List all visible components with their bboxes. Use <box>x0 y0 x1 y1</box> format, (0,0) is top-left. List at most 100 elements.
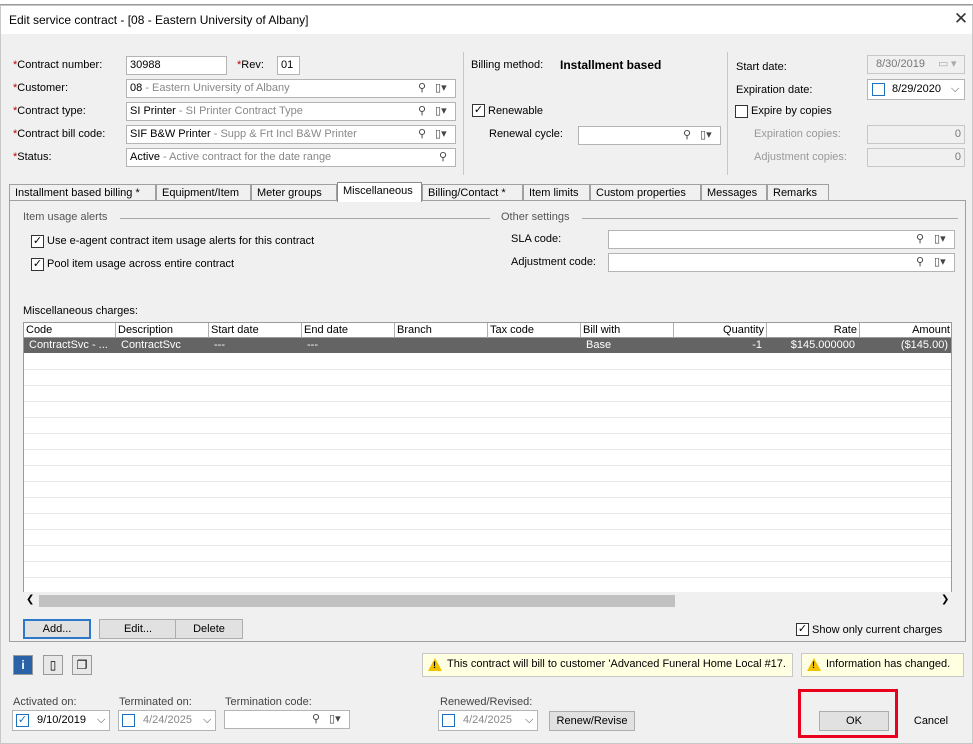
cancel-button[interactable]: Cancel <box>898 711 964 731</box>
chevron-down-icon[interactable]: ⌵ <box>203 714 211 727</box>
column-header-description[interactable]: Description <box>116 323 209 338</box>
lookup-icon[interactable]: ⚲ <box>916 233 924 246</box>
menu-dropdown-icon[interactable]: ▯▾ <box>934 256 946 269</box>
chevron-down-icon[interactable]: ⌵ <box>525 714 533 727</box>
lookup-icon[interactable]: ⚲ <box>916 256 924 269</box>
tab-remarks[interactable]: Remarks <box>767 184 829 201</box>
column-header-quantity[interactable]: Quantity <box>674 323 767 338</box>
sla-code-label: SLA code: <box>511 233 562 245</box>
bill-to-warning: ! This contract will bill to customer 'A… <box>422 653 793 677</box>
row-line <box>24 577 951 578</box>
delete-charge-button[interactable]: Delete <box>175 619 243 639</box>
termination-code-field[interactable]: ⚲ ▯▾ <box>224 710 350 729</box>
chevron-down-icon[interactable]: ⌵ <box>97 714 105 727</box>
tab-miscellaneous[interactable]: Miscellaneous <box>337 182 422 202</box>
contract-number-input[interactable]: 30988 <box>126 56 227 75</box>
column-header-branch[interactable]: Branch <box>395 323 488 338</box>
misc-charges-label: Miscellaneous charges: <box>23 305 138 317</box>
cell-start-date: --- <box>214 339 225 351</box>
activated-on-checkbox[interactable]: ✓ <box>16 714 29 727</box>
scroll-right-icon[interactable]: ❯ <box>941 594 949 605</box>
tab-custom-properties[interactable]: Custom properties <box>590 184 701 201</box>
group-divider <box>582 218 958 219</box>
menu-dropdown-icon[interactable]: ▯▾ <box>435 82 447 95</box>
notes-icon[interactable]: ▯ <box>43 655 63 675</box>
lookup-icon[interactable]: ⚲ <box>312 713 320 726</box>
pool-usage-checkbox[interactable]: ✓ <box>31 258 44 271</box>
calendar-icon: ▭ <box>938 58 949 70</box>
scroll-left-icon[interactable]: ❮ <box>26 594 34 605</box>
start-date-field: 8/30/2019 ▭ ▾ <box>867 55 965 74</box>
miscellaneous-panel: Item usage alerts ✓ Use e-agent contract… <box>9 200 966 642</box>
customer-field[interactable]: 08 - Eastern University of Albany ⚲ ▯▾ <box>126 79 456 98</box>
terminated-on-field[interactable]: 4/24/2025 ⌵ <box>118 710 216 731</box>
renewal-cycle-field[interactable]: ⚲ ▯▾ <box>578 126 721 145</box>
cell-description: ContractSvc <box>121 339 181 351</box>
sla-code-field[interactable]: ⚲ ▯▾ <box>608 230 955 249</box>
use-eagent-checkbox[interactable]: ✓ <box>31 235 44 248</box>
column-header-rate[interactable]: Rate <box>767 323 860 338</box>
contract-bill-code-field[interactable]: SIF B&W Printer - Supp & Frt Incl B&W Pr… <box>126 125 456 144</box>
renew-revise-button[interactable]: Renew/Revise <box>549 711 635 731</box>
chevron-down-icon[interactable]: ⌵ <box>951 83 959 96</box>
contract-type-field[interactable]: SI Printer - SI Printer Contract Type ⚲ … <box>126 102 456 121</box>
tab-meter-groups[interactable]: Meter groups <box>251 184 337 201</box>
lookup-icon[interactable]: ⚲ <box>683 129 691 142</box>
show-only-current-checkbox[interactable]: ✓ <box>796 623 809 636</box>
adjustment-code-field[interactable]: ⚲ ▯▾ <box>608 253 955 272</box>
menu-dropdown-icon[interactable]: ▯▾ <box>329 713 341 726</box>
column-header-amount[interactable]: Amount <box>860 323 951 338</box>
expire-by-copies-checkbox[interactable] <box>735 105 748 118</box>
rev-input[interactable]: 01 <box>277 56 300 75</box>
renewed-revised-checkbox[interactable] <box>442 714 455 727</box>
tab-installment-billing[interactable]: Installment based billing * <box>9 184 156 201</box>
cell-end-date: --- <box>307 339 318 351</box>
menu-dropdown-icon[interactable]: ▯▾ <box>700 129 712 142</box>
renewed-revised-field[interactable]: 4/24/2025 ⌵ <box>438 710 538 731</box>
row-line <box>24 417 951 418</box>
lookup-icon[interactable]: ⚲ <box>439 151 447 164</box>
tab-item-limits[interactable]: Item limits <box>523 184 590 201</box>
close-icon[interactable]: ✕ <box>951 9 971 29</box>
cell-quantity: -1 <box>752 339 762 351</box>
activated-on-field[interactable]: ✓ 9/10/2019 ⌵ <box>12 710 110 731</box>
column-header-bill-with[interactable]: Bill with <box>581 323 674 338</box>
add-charge-button[interactable]: Add... <box>23 619 91 639</box>
lookup-icon[interactable]: ⚲ <box>418 82 426 95</box>
copy-icon[interactable]: ❐ <box>72 655 92 675</box>
edit-charge-button[interactable]: Edit... <box>99 619 177 639</box>
tab-billing-contact[interactable]: Billing/Contact * <box>422 184 523 201</box>
billing-method-label: Billing method: <box>471 59 544 71</box>
tab-messages[interactable]: Messages <box>701 184 767 201</box>
row-line <box>24 449 951 450</box>
row-line <box>24 497 951 498</box>
expiration-date-field[interactable]: 8/29/2020 ⌵ <box>867 79 965 100</box>
use-eagent-label: Use e-agent contract item usage alerts f… <box>47 235 315 247</box>
cell-rate: $145.000000 <box>790 339 855 351</box>
renewal-cycle-label: Renewal cycle: <box>489 128 563 140</box>
renewable-checkbox[interactable]: ✓ <box>472 104 485 117</box>
column-header-code[interactable]: Code <box>24 323 116 338</box>
renewed-revised-label: Renewed/Revised: <box>440 696 533 708</box>
info-icon[interactable]: i <box>13 655 33 675</box>
expiration-date-checkbox[interactable] <box>872 83 885 96</box>
billing-method-value: Installment based <box>560 58 662 72</box>
scrollbar-thumb[interactable] <box>39 595 675 607</box>
lookup-icon[interactable]: ⚲ <box>418 128 426 141</box>
status-field[interactable]: Active - Active contract for the date ra… <box>126 148 456 167</box>
row-line <box>24 529 951 530</box>
menu-dropdown-icon[interactable]: ▯▾ <box>435 128 447 141</box>
column-header-tax-code[interactable]: Tax code <box>488 323 581 338</box>
column-header-start-date[interactable]: Start date <box>209 323 302 338</box>
terminated-on-checkbox[interactable] <box>122 714 135 727</box>
menu-dropdown-icon[interactable]: ▯▾ <box>934 233 946 246</box>
table-row[interactable]: ContractSvc - ... ContractSvc --- --- Ba… <box>24 338 951 353</box>
horizontal-scrollbar[interactable]: ❮ ❯ <box>23 592 952 609</box>
customer-label: *Customer: <box>13 82 69 94</box>
lookup-icon[interactable]: ⚲ <box>418 105 426 118</box>
column-header-end-date[interactable]: End date <box>302 323 395 338</box>
expiration-date-label: Expiration date: <box>736 84 813 96</box>
tab-equipment-item[interactable]: Equipment/Item <box>156 184 251 201</box>
item-usage-alerts-heading: Item usage alerts <box>23 211 108 223</box>
menu-dropdown-icon[interactable]: ▯▾ <box>435 105 447 118</box>
